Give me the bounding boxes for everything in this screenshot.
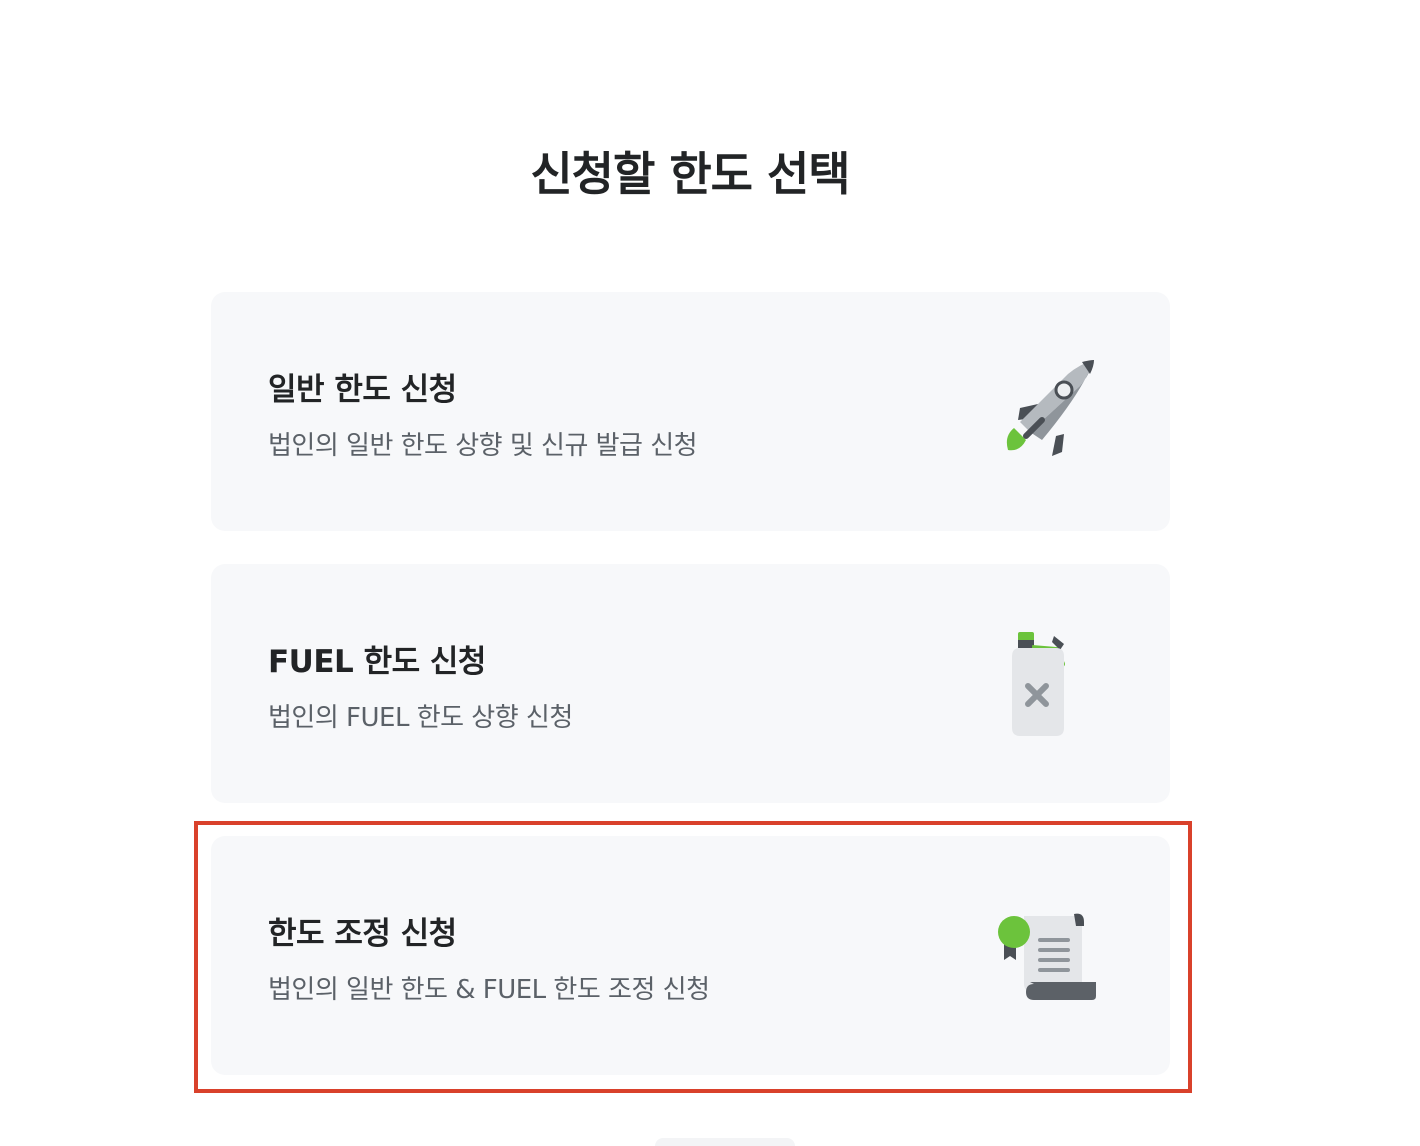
certificate-scroll-icon [990,896,1100,1016]
option-title: 일반 한도 신청 [268,372,457,408]
option-description: 법인의 일반 한도 상향 및 신규 발급 신청 [268,431,698,461]
option-title: FUEL 한도 신청 [268,644,486,680]
bottom-element-partial [655,1138,795,1146]
option-description: 법인의 일반 한도 & FUEL 한도 조정 신청 [268,975,710,1005]
option-title: 한도 조정 신청 [268,916,457,952]
fuel-can-icon [990,624,1100,744]
option-description: 법인의 FUEL 한도 상향 신청 [268,703,573,733]
general-limit-option-card[interactable]: 일반 한도 신청 법인의 일반 한도 상향 및 신규 발급 신청 [211,292,1170,531]
page-title: 신청할 한도 선택 [530,147,850,201]
limit-adjustment-option-card[interactable]: 한도 조정 신청 법인의 일반 한도 & FUEL 한도 조정 신청 [211,836,1170,1075]
fuel-limit-option-card[interactable]: FUEL 한도 신청 법인의 FUEL 한도 상향 신청 [211,564,1170,803]
rocket-icon [990,352,1100,472]
